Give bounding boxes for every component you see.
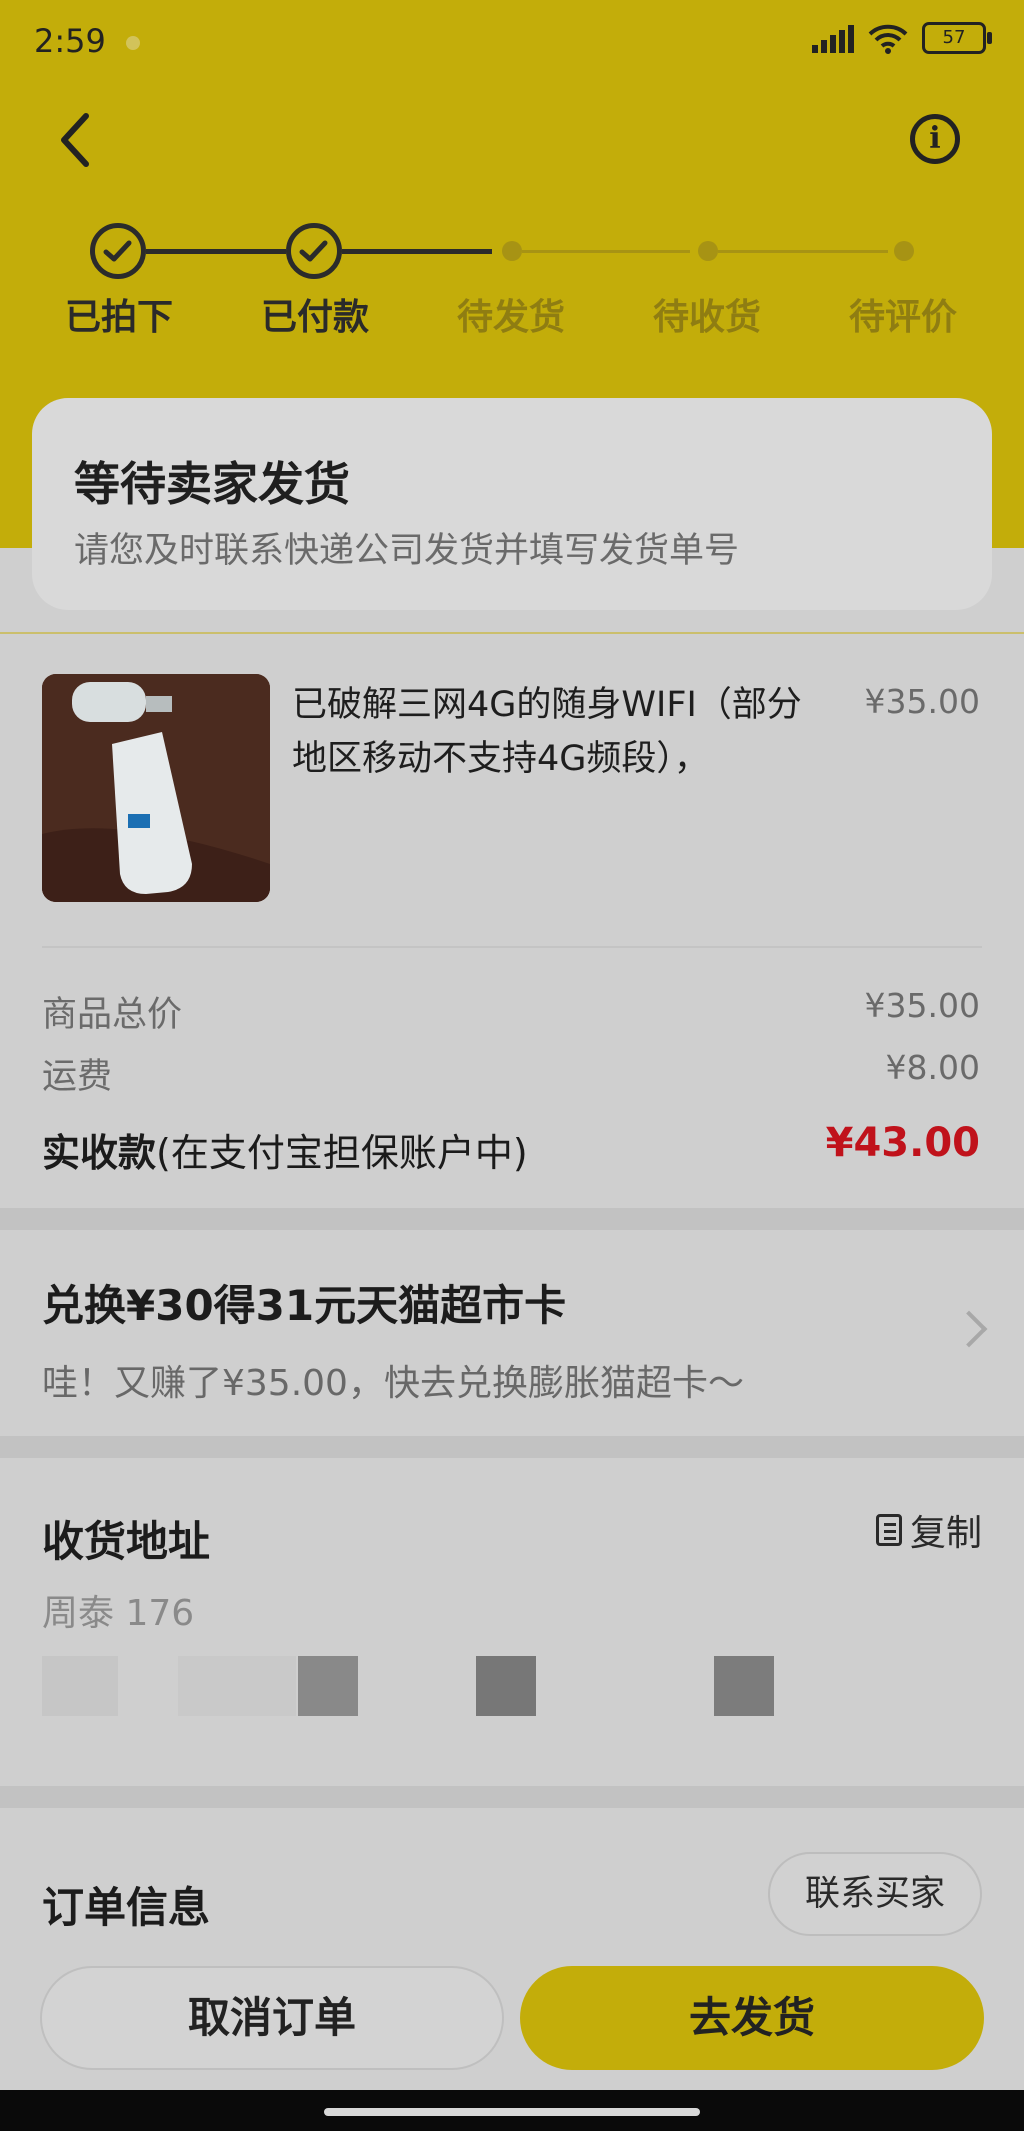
step-pending-dot	[502, 241, 522, 261]
address-name: 周泰 176	[42, 1593, 195, 1634]
step-label: 待发货	[456, 297, 565, 338]
shipping-label: 运费	[42, 1057, 113, 1097]
step-label: 已付款	[260, 297, 369, 338]
promo-subtitle: 哇！又赚了¥35.00，快去兑换膨胀猫超卡～	[42, 1363, 744, 1404]
card-divider	[0, 632, 1024, 634]
status-time: 2:59	[34, 22, 106, 60]
back-arrow-icon[interactable]	[52, 110, 108, 170]
copy-label: 复制	[909, 1513, 982, 1554]
shipping-value: ¥8.00	[885, 1048, 980, 1087]
home-indicator[interactable]	[324, 2108, 700, 2116]
step-check-icon	[90, 223, 146, 279]
step-label: 待收货	[652, 297, 761, 338]
copy-button[interactable]: 复制	[875, 1504, 982, 1556]
step-connector	[146, 249, 286, 254]
product-image[interactable]	[42, 674, 270, 902]
privacy-mask	[298, 1656, 358, 1716]
paid-label-strong: 实收款	[42, 1131, 157, 1175]
paid-value: ¥43.00	[825, 1120, 980, 1166]
status-subtitle: 请您及时联系快递公司发货并填写发货单号	[74, 531, 740, 571]
privacy-mask	[42, 1656, 118, 1716]
divider	[42, 946, 982, 948]
order-info-title: 订单信息	[42, 1883, 211, 1932]
product-price: ¥35.00	[864, 682, 980, 721]
battery-icon: 57	[922, 22, 992, 54]
status-icons: 57	[812, 22, 992, 54]
promo-title: 兑换¥30得31元天猫超市卡	[42, 1281, 567, 1330]
paid-label: 实收款(在支付宝担保账户中)	[42, 1122, 528, 1177]
privacy-mask	[476, 1656, 536, 1716]
step-connector	[718, 250, 888, 253]
cancel-order-button[interactable]: 取消订单	[40, 1966, 504, 2070]
section-separator	[0, 1436, 1024, 1458]
step-connector	[522, 250, 690, 253]
step-connector	[342, 249, 492, 254]
step-label: 待评价	[848, 297, 957, 338]
wifi-icon	[868, 24, 908, 54]
status-title: 等待卖家发货	[74, 457, 350, 511]
privacy-mask	[178, 1656, 296, 1716]
notification-dot-icon	[126, 36, 140, 50]
total-value: ¥35.00	[864, 986, 980, 1025]
contact-buyer-button[interactable]: 联系买家	[768, 1852, 982, 1936]
paid-label-note: (在支付宝担保账户中)	[156, 1131, 528, 1175]
step-check-icon	[286, 223, 342, 279]
info-icon[interactable]: i	[910, 114, 960, 164]
address-title: 收货地址	[42, 1517, 211, 1566]
signal-icon	[812, 23, 854, 53]
step-label: 已拍下	[64, 297, 173, 338]
section-separator	[0, 1208, 1024, 1230]
step-pending-dot	[698, 241, 718, 261]
product-title[interactable]: 已破解三网4G的随身WIFI（部分地区移动不支持4G频段），	[292, 678, 832, 786]
ship-button[interactable]: 去发货	[520, 1966, 984, 2070]
copy-icon	[875, 1514, 902, 1546]
privacy-mask	[714, 1656, 774, 1716]
section-separator	[0, 1786, 1024, 1808]
step-pending-dot	[894, 241, 914, 261]
total-label: 商品总价	[42, 995, 183, 1035]
